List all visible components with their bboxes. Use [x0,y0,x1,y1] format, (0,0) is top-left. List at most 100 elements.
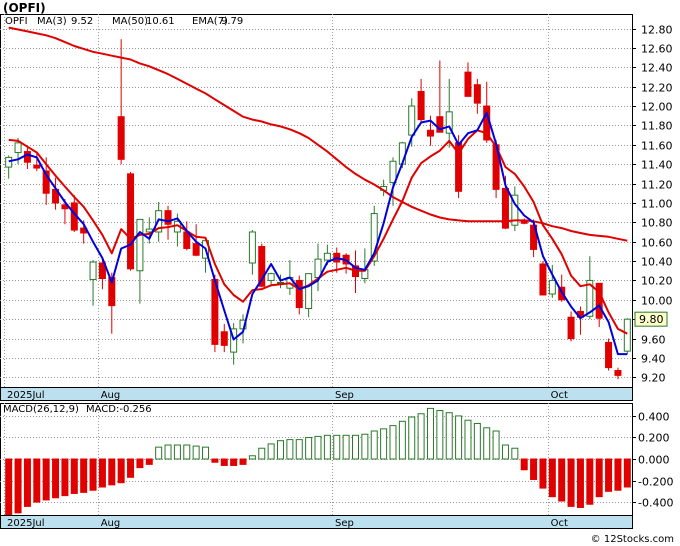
macd-bar-negative [14,458,22,514]
macd-bar-positive [464,419,472,460]
price-tick-label: 12.80 [641,24,673,37]
price-tick-label: 12.40 [641,62,673,75]
price-legend: OPFI MA(3) 9.52 MA(50)10.61 EMA(7)9.79 [5,16,243,27]
macd-tick-label: -0.200 [638,476,673,489]
macd-bar-positive [342,434,350,460]
macd-bar-positive [398,420,406,460]
macd-bar-negative [548,458,556,498]
macd-bar-positive [314,435,322,460]
price-legend-item: OPFI [5,16,28,27]
macd-tick-label: 0.200 [638,432,670,445]
macd-date-label: 2025Jul [7,518,45,529]
macd-bar-positive [164,444,172,460]
macd-bar-negative [5,458,13,516]
macd-bar-negative [623,458,631,488]
candle-up [89,261,97,280]
price-legend-item: MA(50) [112,16,148,27]
macd-bar-positive [183,444,191,460]
price-tick-label: 9.40 [641,353,666,366]
macd-bar-positive [417,413,425,460]
price-date-label: Aug [101,390,121,401]
macd-bar-negative [520,458,528,471]
candle-down [426,129,434,137]
price-plot-area [0,14,633,388]
macd-bar-negative [61,458,69,497]
macd-bar-positive [445,412,453,460]
price-tick-label: 10.00 [641,295,673,308]
price-legend-item: 9.52 [71,16,93,27]
macd-bar-negative [70,458,78,494]
macd-bar-positive [192,445,200,460]
candle-up [248,231,256,264]
macd-bar-positive [305,436,313,460]
macd-date-label: Oct [551,518,568,529]
price-tick-label: 11.20 [641,179,673,192]
macd-bar-negative [605,458,613,492]
candle-up [14,142,22,154]
macd-bar-positive [258,447,266,460]
macd-bar-positive [436,410,444,460]
macd-bar-negative [530,458,538,480]
macd-bar-positive [333,434,341,460]
macd-bar-negative [567,458,575,507]
price-tick-label: 11.60 [641,140,673,153]
candle-down [192,243,200,256]
macd-bar-positive [173,444,181,460]
price-date-label: Oct [551,390,568,401]
macd-legend: MACD(26,12,9) MACD:-0.256 [3,404,152,415]
macd-bar-positive [295,439,303,460]
stock-chart: 12.80 12.60 12.40 12.20 12.00 11.80 11.60 11.40… [0,14,673,529]
macd-bar-negative [539,458,547,489]
macd-bar-positive [286,439,294,460]
macd-bar-positive [492,430,500,460]
price-tick-label: 9.60 [641,334,666,347]
candle-down [464,71,472,97]
macd-legend-item: MACD:-0.256 [86,404,152,415]
site-credit: © 12Stocks.com [590,534,674,545]
candle-down [220,331,228,346]
macd-bar-negative [211,458,219,463]
macd-bar-negative [89,458,97,491]
macd-bar-negative [614,458,622,491]
macd-bar-negative [576,458,584,508]
macd-bar-negative [98,458,106,488]
macd-bar-positive [202,446,210,460]
candle-down [33,164,41,169]
macd-bar-negative [127,458,135,478]
macd-bar-negative [145,458,153,465]
macd-date-band [0,515,633,529]
macd-bar-negative [595,458,603,498]
macd-tick-label: 0.400 [638,411,670,424]
candle-down [295,279,303,309]
candle-up [623,318,631,352]
macd-bar-negative [33,458,41,503]
macd-bar-positive [426,407,434,460]
macd-date-label: Sep [335,518,354,529]
macd-bar-negative [80,458,88,493]
macd-bar-positive [389,425,397,460]
macd-bar-positive [473,422,481,460]
macd-bar-negative [23,458,31,507]
macd-bar-negative [52,458,60,499]
candle-up [267,273,275,281]
macd-bar-positive [248,455,256,460]
candle-down [117,116,125,160]
price-legend-item: 10.61 [146,16,175,27]
price-tick-label: 10.60 [641,237,673,250]
price-tick-label: 12.60 [641,43,673,56]
macd-bar-positive [483,427,491,460]
candle-up [323,252,331,261]
macd-bar-positive [511,447,519,460]
price-tick-label: 12.00 [641,101,673,114]
candle-down [614,370,622,376]
candle-up [5,156,13,168]
candle-down [595,282,603,319]
price-tick-label: 10.80 [641,217,673,230]
macd-bar-negative [230,458,238,466]
macd-bar-negative [239,458,247,465]
macd-bar-negative [220,458,228,466]
macd-bar-positive [455,415,463,460]
macd-tick-label: -0.400 [638,497,673,510]
price-tick-label: 12.20 [641,82,673,95]
candle-up [136,218,144,272]
